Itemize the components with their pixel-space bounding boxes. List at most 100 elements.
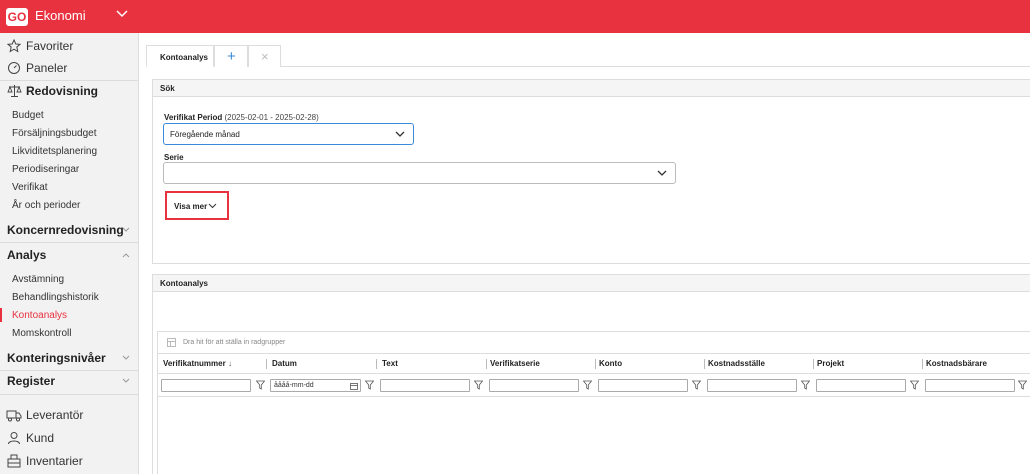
period-range-text: (2025-02-01 - 2025-02-28) <box>224 113 319 122</box>
sidebar-section-koncernredovisning[interactable]: Koncernredovisning <box>0 222 139 238</box>
period-label: Verifikat Period (2025-02-01 - 2025-02-2… <box>164 113 319 122</box>
column-header-kostnadsstalle[interactable]: Kostnadsställe <box>708 355 765 373</box>
column-divider[interactable] <box>595 359 596 369</box>
filter-input-verifikatnummer[interactable] <box>161 379 251 392</box>
filter-icon[interactable] <box>910 380 919 390</box>
sidebar-item-favoriter[interactable]: Favoriter <box>0 38 139 54</box>
sidebar-section-konteringsnivaer[interactable]: Konteringsnivåer <box>0 350 139 366</box>
filter-input-kostnadsbarare[interactable] <box>925 379 1015 392</box>
sidebar-item-label: Kund <box>26 431 55 445</box>
gauge-icon <box>8 62 20 74</box>
sidebar-section-analys[interactable]: Analys <box>0 247 139 263</box>
filter-icon[interactable] <box>365 380 374 390</box>
truck-icon <box>6 410 22 422</box>
star-icon <box>7 39 21 53</box>
chevron-down-icon <box>208 203 217 209</box>
sidebar-section-label: Register <box>7 374 56 388</box>
sidebar-item-label: Inventarier <box>26 454 83 468</box>
panel-title: Sök <box>160 84 175 93</box>
filter-icon[interactable] <box>801 380 810 390</box>
sidebar-item-ar-och-perioder[interactable]: År och perioder <box>12 200 80 211</box>
filter-icon[interactable] <box>583 380 592 390</box>
show-more-label: Visa mer <box>174 202 208 211</box>
column-header-konto[interactable]: Konto <box>599 355 622 373</box>
group-icon <box>167 338 176 347</box>
divider <box>158 353 1030 354</box>
sidebar-item-label: Favoriter <box>26 39 74 53</box>
sidebar-item-kontoanalys[interactable]: Kontoanalys <box>12 310 67 321</box>
serie-select[interactable] <box>163 162 676 184</box>
plus-icon: + <box>227 48 236 65</box>
person-icon <box>8 432 20 445</box>
scale-icon <box>7 85 22 97</box>
panel-title: Kontoanalys <box>160 279 209 288</box>
filter-icon[interactable] <box>1018 380 1027 390</box>
date-placeholder: åååå-mm-dd <box>274 382 314 389</box>
divider <box>158 373 1030 374</box>
column-header-kostnadsbarare[interactable]: Kostnadsbärare <box>926 355 987 373</box>
period-label-text: Verifikat Period <box>164 113 223 122</box>
sidebar-item-budget[interactable]: Budget <box>12 110 44 121</box>
tab-kontoanalys[interactable]: Kontoanalys <box>146 45 214 67</box>
close-icon: × <box>261 49 269 64</box>
period-select[interactable]: Föregående månad <box>163 123 414 145</box>
column-header-text[interactable]: Text <box>382 355 398 373</box>
inventory-icon <box>7 454 21 468</box>
filter-input-verifikatserie[interactable] <box>489 379 579 392</box>
filter-input-kostnadsstalle[interactable] <box>707 379 797 392</box>
sidebar-item-leverantor[interactable]: Leverantör <box>0 407 139 423</box>
column-divider[interactable] <box>376 359 377 369</box>
top-bar: GO Ekonomi <box>0 0 1030 33</box>
filter-input-konto[interactable] <box>598 379 688 392</box>
chevron-down-icon <box>657 170 667 176</box>
filter-icon[interactable] <box>256 380 265 390</box>
filter-input-datum[interactable]: åååå-mm-dd <box>270 379 361 392</box>
add-tab-button[interactable]: + <box>214 45 248 67</box>
sidebar: Favoriter Paneler Redovisning Budget För… <box>0 33 139 474</box>
filter-input-text[interactable] <box>380 379 470 392</box>
sidebar-item-label: Paneler <box>26 61 68 75</box>
period-select-value: Föregående månad <box>170 130 240 139</box>
sidebar-item-paneler[interactable]: Paneler <box>0 60 139 76</box>
close-tab-button[interactable]: × <box>248 45 281 67</box>
sidebar-item-avstamning[interactable]: Avstämning <box>12 274 64 285</box>
sidebar-section-label: Koncernredovisning <box>7 223 124 237</box>
sidebar-item-behandlingshistorik[interactable]: Behandlingshistorik <box>12 292 99 303</box>
sidebar-item-inventarier[interactable]: Inventarier <box>0 453 139 469</box>
column-divider[interactable] <box>922 359 923 369</box>
divider <box>0 80 139 81</box>
show-more-button[interactable]: Visa mer <box>165 191 229 220</box>
chevron-down-icon <box>122 227 130 232</box>
chevron-down-icon <box>122 378 130 383</box>
sidebar-section-redovisning[interactable]: Redovisning <box>0 83 139 99</box>
sidebar-item-periodiseringar[interactable]: Periodiseringar <box>12 164 79 175</box>
filter-input-projekt[interactable] <box>816 379 906 392</box>
filter-icon[interactable] <box>692 380 701 390</box>
tab-label: Kontoanalys <box>160 53 209 62</box>
sidebar-item-momskontroll[interactable]: Momskontroll <box>12 328 71 339</box>
divider <box>0 370 139 371</box>
sidebar-item-likviditetsplanering[interactable]: Likviditetsplanering <box>12 146 97 157</box>
divider <box>158 396 1030 397</box>
divider <box>0 394 139 395</box>
column-header-projekt[interactable]: Projekt <box>817 355 844 373</box>
column-header-datum[interactable]: Datum <box>272 355 297 373</box>
sidebar-item-kund[interactable]: Kund <box>0 430 139 446</box>
column-divider[interactable] <box>813 359 814 369</box>
sidebar-section-label: Konteringsnivåer <box>7 351 106 365</box>
app-title[interactable]: Ekonomi <box>35 8 86 24</box>
sidebar-item-verifikat[interactable]: Verifikat <box>12 182 48 193</box>
column-divider[interactable] <box>704 359 705 369</box>
chevron-down-icon[interactable] <box>116 10 128 18</box>
column-header-verifikatserie[interactable]: Verifikatserie <box>490 355 540 373</box>
search-panel-header: Sök <box>153 80 1030 97</box>
chevron-down-icon <box>122 355 130 360</box>
sidebar-section-register[interactable]: Register <box>0 373 139 389</box>
calendar-icon[interactable] <box>350 382 358 390</box>
column-divider[interactable] <box>266 359 267 369</box>
sidebar-item-forsaljningsbudget[interactable]: Försäljningsbudget <box>12 128 97 139</box>
go-logo[interactable]: GO <box>6 8 28 26</box>
column-header-verifikatnummer[interactable]: Verifikatnummer ↓ <box>163 355 232 373</box>
filter-icon[interactable] <box>474 380 483 390</box>
column-divider[interactable] <box>486 359 487 369</box>
